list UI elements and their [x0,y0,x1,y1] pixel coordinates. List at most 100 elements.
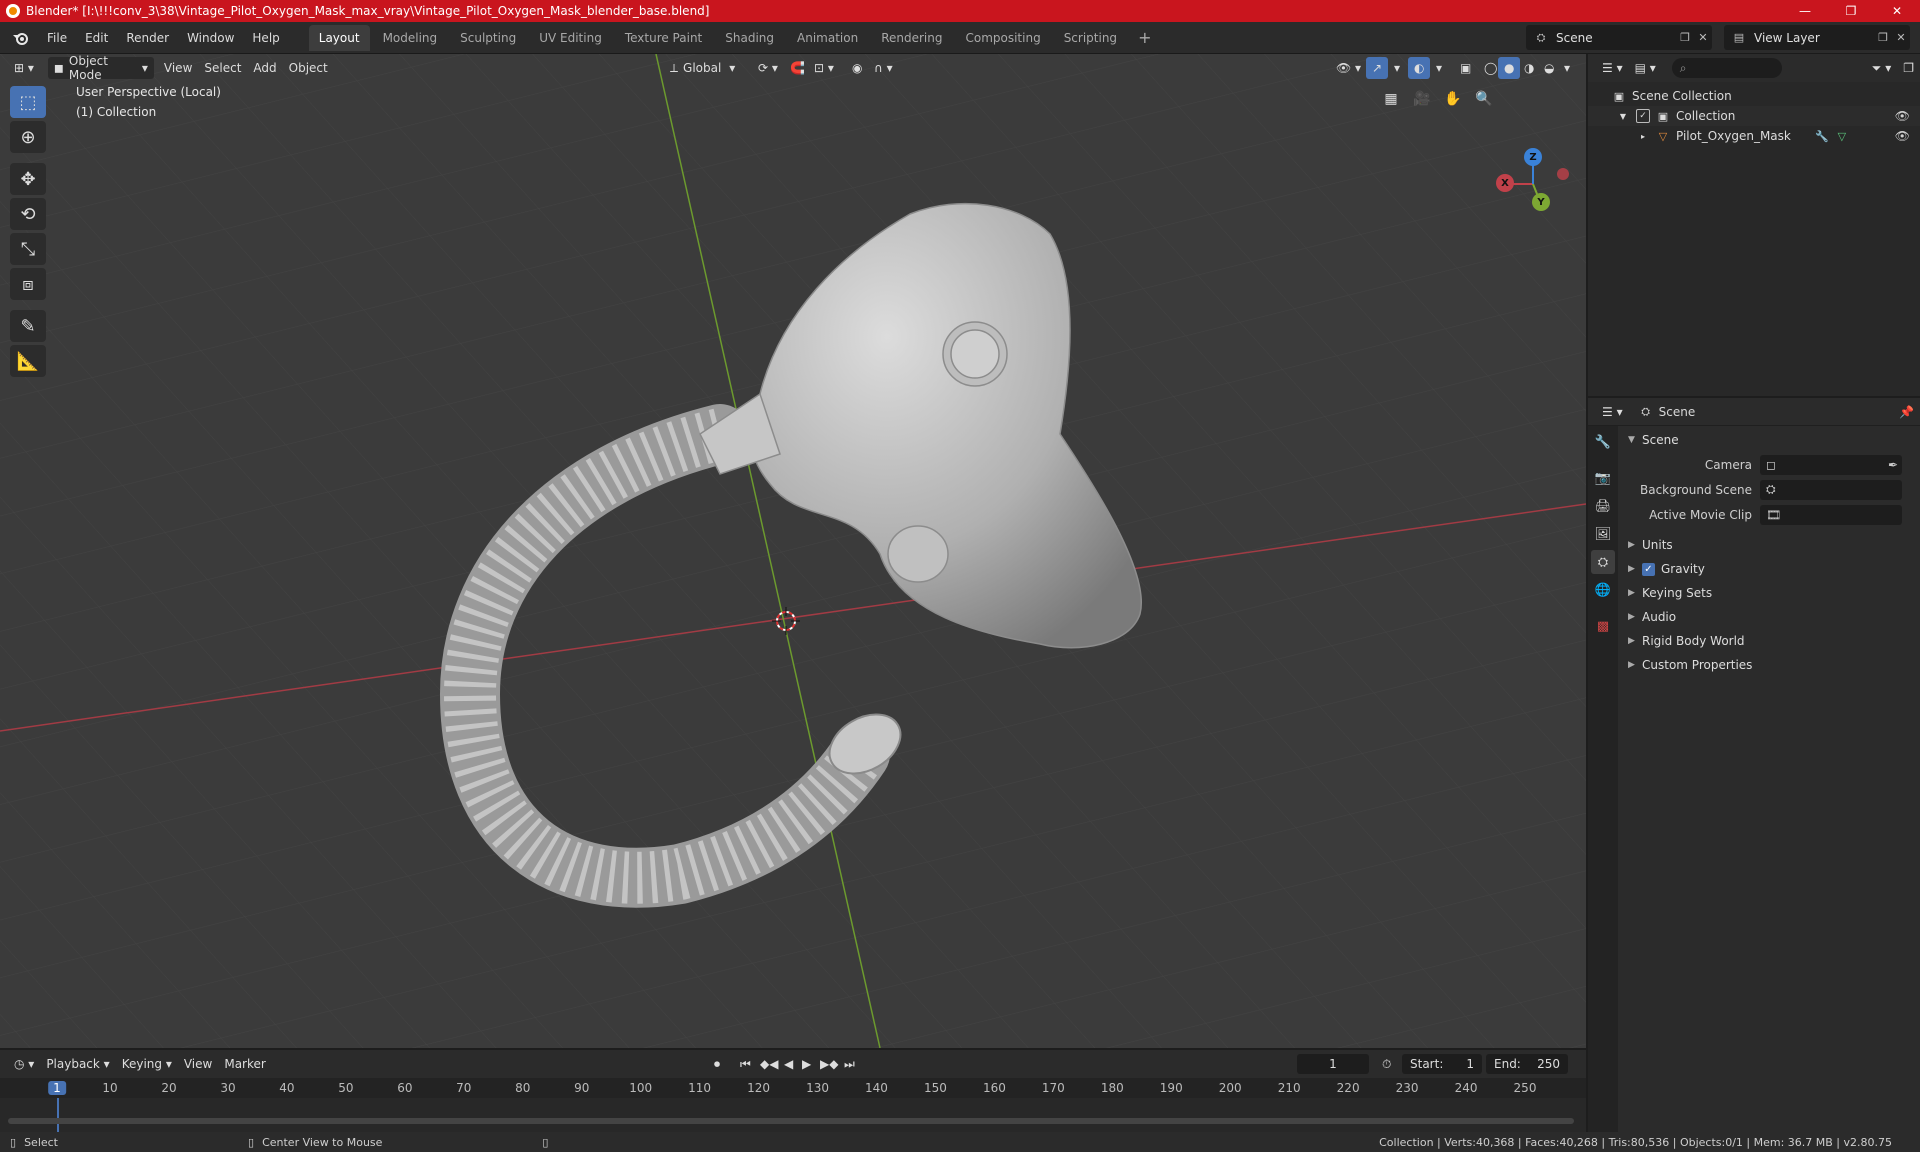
tab-compositing[interactable]: Compositing [955,25,1050,51]
add-workspace-icon[interactable]: + [1130,28,1159,47]
world-tab-icon[interactable]: 🌐 [1591,578,1615,602]
collection-checkbox-icon[interactable]: ✓ [1636,109,1650,123]
overlays-toggle-icon[interactable]: ◐ [1408,57,1431,79]
preview-range-icon[interactable]: ⏱ [1376,1053,1397,1075]
editor-type-button[interactable]: ⊞ ▾ [8,57,40,79]
tab-modeling[interactable]: Modeling [373,25,448,51]
tree-row-pilot-oxygen-mask[interactable]: ▸ ▽ Pilot_Oxygen_Mask 🔧 ▽ 👁 [1588,126,1920,146]
menu-timeline-view[interactable]: View [178,1053,218,1075]
new-scene-icon[interactable]: ❐ [1676,29,1694,47]
zoom-view-icon[interactable]: 🔍 [1471,86,1497,112]
start-frame-field[interactable]: Start: 1 [1402,1054,1482,1074]
proportional-edit-icon[interactable]: ◉ [846,57,868,79]
new-collection-icon[interactable]: ❐ [1897,57,1920,79]
blender-menu-icon[interactable] [10,28,30,48]
transform-tool-icon[interactable]: ⧈ [10,268,46,300]
keying-sets-panel-header[interactable]: ▶ Keying Sets [1622,581,1918,605]
frame-ruler[interactable]: 1 10 20 30 40 50 60 70 80 90 100 110 120 130 140 150 160… [0,1078,1586,1098]
timeline-editor-type-icon[interactable]: ◷ ▾ [8,1053,40,1075]
current-frame-field[interactable]: 1 [1297,1054,1369,1074]
delete-scene-icon[interactable]: ✕ [1694,29,1712,47]
falloff-icon[interactable]: ∩ ▾ [868,57,899,79]
custom-properties-panel-header[interactable]: ▶ Custom Properties [1622,653,1918,677]
menu-render[interactable]: Render [117,26,178,50]
timeline-scrollbar[interactable] [8,1118,1574,1124]
menu-marker[interactable]: Marker [218,1053,271,1075]
rotate-tool-icon[interactable]: ⟲ [10,198,46,230]
eyedropper-icon[interactable]: ✒ [1888,458,1898,472]
scene-selector[interactable]: ⛭ Scene ❐ ✕ [1526,25,1712,50]
tab-sculpting[interactable]: Sculpting [450,25,526,51]
scene-tab-icon[interactable]: ⛭ [1591,550,1615,574]
units-panel-header[interactable]: ▶ Units [1622,533,1918,557]
annotate-tool-icon[interactable]: ✎ [10,310,46,342]
toggle-perspective-icon[interactable]: ▦ [1378,86,1404,112]
overlays-dropdown-icon[interactable]: ▾ [1430,57,1448,79]
select-box-tool-icon[interactable]: ⬚ [10,86,46,118]
tree-row-scene-collection[interactable]: ▣ Scene Collection [1588,86,1920,106]
properties-editor-type-icon[interactable]: ☰ ▾ [1596,401,1629,423]
filter-icon[interactable]: ⏷ ▾ [1866,57,1897,79]
background-scene-field[interactable]: ⛭ [1760,479,1902,500]
active-movie-clip-field[interactable]: 🎞 [1760,504,1902,525]
menu-select[interactable]: Select [198,57,247,79]
tab-scripting[interactable]: Scripting [1054,25,1127,51]
new-view-layer-icon[interactable]: ❐ [1874,29,1892,47]
view-layer-selector[interactable]: ▤ View Layer ❐ ✕ [1724,25,1910,50]
move-tool-icon[interactable]: ✥ [10,163,46,195]
transform-orientation-dropdown[interactable]: ⟂ Global ▾ [664,57,741,79]
menu-help[interactable]: Help [243,26,288,50]
collapse-arrow-icon[interactable]: ▸ [1636,129,1650,143]
menu-view[interactable]: View [158,57,198,79]
xray-icon[interactable]: ▣ [1454,57,1477,79]
scene-panel-header[interactable]: ▼ Scene [1622,428,1918,452]
measure-tool-icon[interactable]: 📐 [10,345,46,377]
tree-row-collection[interactable]: ▼ ✓ ▣ Collection 👁 [1588,106,1920,126]
outliner-editor-type-icon[interactable]: ☰ ▾ [1596,57,1629,79]
display-mode-icon[interactable]: ▤ ▾ [1629,57,1662,79]
cursor-tool-icon[interactable]: ⊕ [10,121,46,153]
gravity-panel-header[interactable]: ▶ ✓ Gravity [1622,557,1918,581]
pan-view-icon[interactable]: ✋ [1440,86,1466,112]
menu-keying[interactable]: Keying ▾ [116,1053,178,1075]
pivot-icon[interactable]: ⟳ ▾ [752,57,784,79]
gizmo-y-handle[interactable]: Y [1532,193,1550,211]
maximize-button[interactable]: ❐ [1828,0,1874,22]
close-button[interactable]: ✕ [1874,0,1920,22]
jump-end-button[interactable]: ⏭ [838,1053,861,1075]
output-tab-icon[interactable]: 🖨 [1591,494,1615,518]
camera-view-icon[interactable]: 🎥 [1409,86,1435,112]
tab-animation[interactable]: Animation [787,25,868,51]
tool-tab-icon[interactable]: 🔧 [1591,430,1615,454]
camera-field[interactable]: ◻ ✒ [1760,454,1902,475]
gizmo-dropdown-icon[interactable]: ▾ [1388,57,1406,79]
shading-dropdown-icon[interactable]: ▾ [1558,57,1576,79]
tab-texture-paint[interactable]: Texture Paint [615,25,712,51]
collection-visibility-icon[interactable]: 👁 [1895,109,1910,123]
menu-edit[interactable]: Edit [76,26,117,50]
view-layer-tab-icon[interactable]: 🖼 [1591,522,1615,546]
tab-shading[interactable]: Shading [715,25,784,51]
playhead-line[interactable] [57,1098,59,1132]
3d-viewport[interactable]: X Y Z ⊞ ▾ ◼ Object Mode ▾ View Select Add… [0,54,1586,1048]
object-mode-dropdown[interactable]: ◼ Object Mode ▾ [47,54,154,82]
delete-view-layer-icon[interactable]: ✕ [1892,29,1910,47]
snap-target-icon[interactable]: ⊡ ▾ [808,57,840,79]
minimize-button[interactable]: — [1782,0,1828,22]
render-tab-icon[interactable]: 📷 [1591,466,1615,490]
tab-uv-editing[interactable]: UV Editing [529,25,612,51]
modifier-icon[interactable]: 🔧 [1815,129,1829,143]
record-button[interactable]: ⏺ [708,1053,726,1075]
rigid-body-world-panel-header[interactable]: ▶ Rigid Body World [1622,629,1918,653]
menu-window[interactable]: Window [178,26,243,50]
snap-icon[interactable]: 🧲 [784,57,811,79]
gizmo-toggle-icon[interactable]: ↗ [1366,57,1389,79]
gizmo-x-handle[interactable]: X [1496,174,1514,192]
gravity-checkbox[interactable]: ✓ [1642,562,1655,576]
pin-icon[interactable]: 📌 [1893,401,1920,423]
audio-panel-header[interactable]: ▶ Audio [1622,605,1918,629]
menu-playback[interactable]: Playback ▾ [40,1053,115,1075]
outliner-search-input[interactable]: ⌕ [1671,58,1782,78]
tab-layout[interactable]: Layout [308,24,370,51]
timeline-track[interactable] [0,1098,1586,1132]
